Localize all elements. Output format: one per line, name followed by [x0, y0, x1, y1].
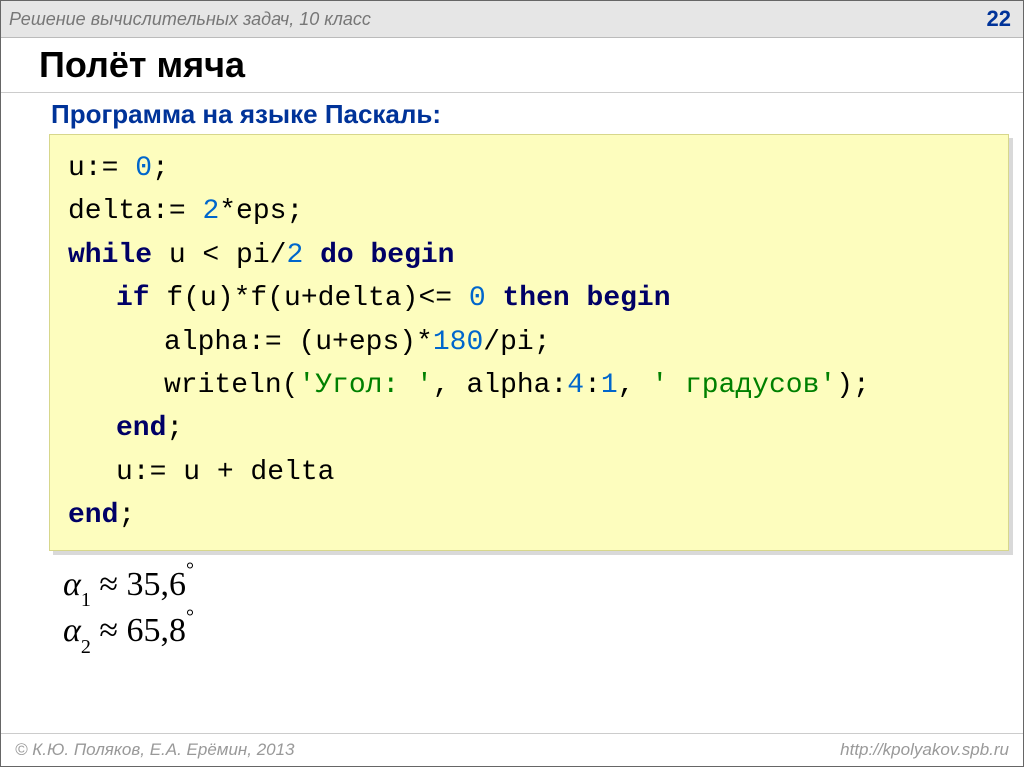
code-line: end; — [68, 407, 990, 450]
code-keyword: do begin — [320, 240, 454, 271]
footer-copyright: © К.Ю. Поляков, Е.А. Ерёмин, 2013 — [15, 740, 295, 760]
code-text: ; — [166, 413, 183, 444]
code-number: 180 — [433, 327, 483, 358]
slide: Решение вычислительных задач, 10 класс 2… — [0, 0, 1024, 767]
code-line: writeln('Угол: ', alpha:4:1, ' градусов'… — [68, 364, 990, 407]
result-value: 35,6 — [127, 566, 187, 603]
code-text: /pi; — [483, 327, 550, 358]
code-number: 4 — [567, 370, 584, 401]
code-line: alpha:= (u+eps)*180/pi; — [68, 321, 990, 364]
code-number: 2 — [286, 240, 303, 271]
code-block: u:= 0; delta:= 2*eps; while u < pi/2 do … — [49, 134, 1009, 551]
code-text: ; — [118, 500, 135, 531]
code-keyword: while — [68, 240, 152, 271]
footer-url: http://kpolyakov.spb.ru — [840, 740, 1009, 760]
code-text: <= — [418, 283, 452, 314]
code-text: (u+eps)* — [298, 327, 432, 358]
code-text: u < pi/ — [152, 240, 286, 271]
code-number: 0 — [469, 283, 486, 314]
code-text: alpha: — [466, 370, 567, 401]
code-line: end; — [68, 494, 990, 537]
result-row: α1 ≈ 35,6° — [63, 563, 1023, 610]
subscript: 2 — [81, 636, 91, 658]
breadcrumb: Решение вычислительных задач, 10 класс — [9, 9, 371, 30]
result-row: α2 ≈ 65,8° — [63, 609, 1023, 656]
code-text — [303, 240, 320, 271]
code-line: delta:= 2*eps; — [68, 190, 990, 233]
code-line: u:= 0; — [68, 147, 990, 190]
code-text: alpha:= — [164, 327, 282, 358]
code-text: writeln( — [164, 370, 298, 401]
code-text: ; — [152, 153, 169, 184]
code-text: delta:= — [68, 196, 186, 227]
page-number: 22 — [987, 6, 1011, 32]
code-text: *eps; — [219, 196, 303, 227]
code-text: ); — [836, 370, 870, 401]
code-keyword: if — [116, 283, 150, 314]
degree-symbol: ° — [186, 606, 194, 628]
code-line: if f(u)*f(u+delta)<= 0 then begin — [68, 277, 990, 320]
code-number: 2 — [202, 196, 219, 227]
code-string: ' градусов' — [651, 370, 836, 401]
code-text: , — [618, 370, 635, 401]
results-block: α1 ≈ 35,6° α2 ≈ 65,8° — [1, 551, 1023, 657]
code-number: 0 — [135, 153, 152, 184]
code-text: : — [584, 370, 601, 401]
result-value: 65,8 — [127, 612, 187, 649]
slide-header: Решение вычислительных задач, 10 класс 2… — [1, 1, 1023, 38]
degree-symbol: ° — [186, 559, 194, 581]
code-number: 1 — [601, 370, 618, 401]
code-text: f(u)*f(u+delta) — [150, 283, 419, 314]
page-title: Полёт мяча — [1, 38, 1023, 93]
code-keyword: end — [116, 413, 166, 444]
section-subtitle: Программа на языке Паскаль: — [1, 93, 1023, 132]
approx-symbol: ≈ — [99, 566, 118, 603]
code-text: u:= u + delta — [116, 457, 334, 488]
code-text: u:= — [68, 153, 118, 184]
code-keyword: end — [68, 500, 118, 531]
code-line: while u < pi/2 do begin — [68, 234, 990, 277]
alpha-symbol: α — [63, 566, 81, 603]
slide-footer: © К.Ю. Поляков, Е.А. Ерёмин, 2013 http:/… — [1, 733, 1023, 766]
code-line: u:= u + delta — [68, 451, 990, 494]
code-keyword: then begin — [503, 283, 671, 314]
approx-symbol: ≈ — [99, 612, 118, 649]
alpha-symbol: α — [63, 612, 81, 649]
code-string: 'Угол: ' — [298, 370, 432, 401]
code-text — [486, 283, 503, 314]
subscript: 1 — [81, 589, 91, 611]
code-text: , — [433, 370, 450, 401]
